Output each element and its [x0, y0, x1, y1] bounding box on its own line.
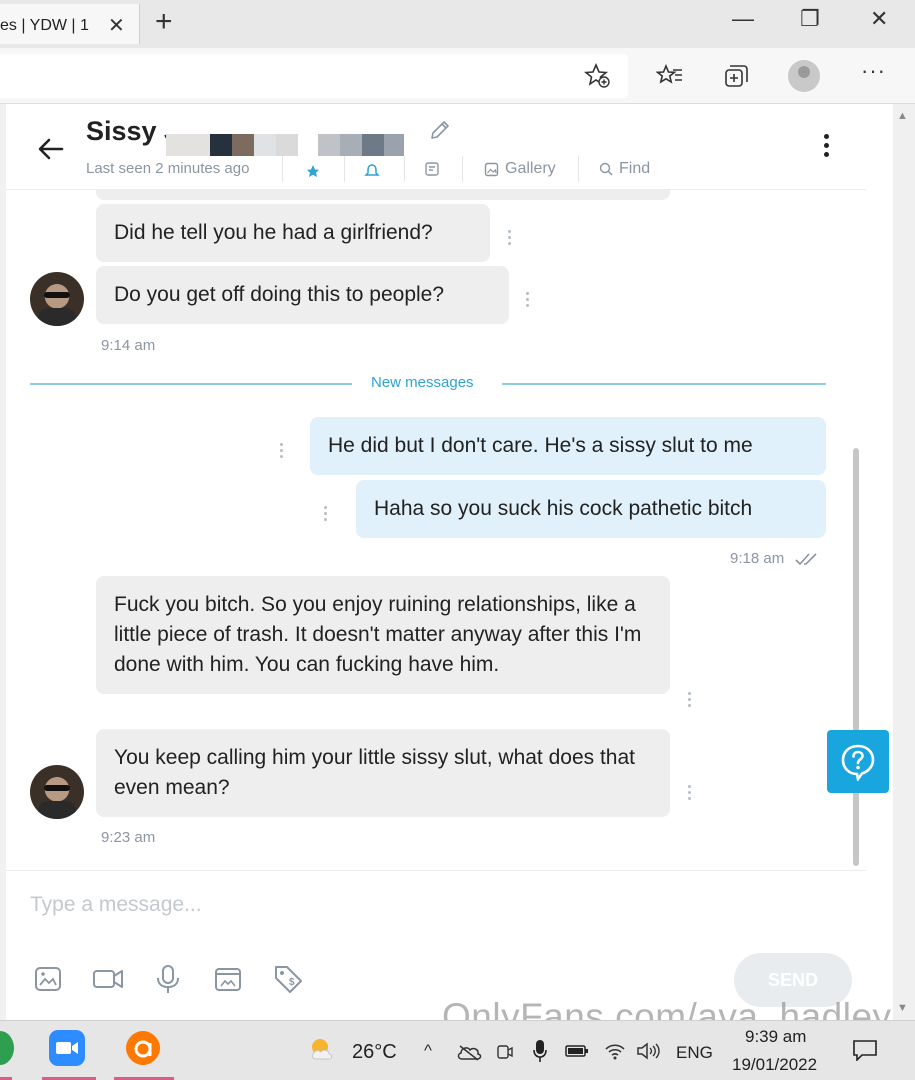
help-icon — [841, 744, 875, 781]
chat-scrollbar[interactable] — [853, 448, 859, 866]
close-tab-icon[interactable]: ✕ — [108, 13, 125, 38]
star-icon[interactable] — [306, 164, 320, 178]
browser-tab[interactable]: es | YDW | 1 ✕ — [0, 4, 140, 44]
notes-icon[interactable] — [424, 161, 440, 177]
vault-icon[interactable] — [212, 963, 244, 995]
incoming-message[interactable]: Did he tell you he had a girlfriend? — [96, 204, 490, 262]
favorites-icon[interactable] — [656, 62, 684, 90]
message-input[interactable] — [30, 889, 810, 921]
contact-avatar[interactable] — [30, 272, 84, 326]
temperature[interactable]: 26°C — [352, 1041, 397, 1064]
chat-options-icon[interactable] — [824, 134, 832, 161]
scroll-up-icon[interactable]: ▲ — [897, 110, 908, 122]
bell-icon[interactable] — [364, 164, 380, 178]
divider-line — [30, 383, 352, 385]
microphone-icon[interactable] — [152, 963, 184, 995]
browser-toolbar: ··· — [0, 48, 915, 104]
close-window-button[interactable]: ✕ — [870, 6, 888, 32]
message-text: Fuck you bitch. So you enjoy ruining rel… — [114, 593, 642, 676]
outgoing-message[interactable]: Haha so you suck his cock pathetic bitch — [356, 480, 826, 538]
message-options-icon[interactable] — [688, 785, 692, 803]
page-scrollbar[interactable] — [893, 104, 915, 1020]
microphone-in-use-icon[interactable] — [532, 1039, 548, 1063]
avast-app-icon[interactable] — [124, 1029, 162, 1067]
chevron-up-icon[interactable]: ^ — [424, 1041, 432, 1061]
screenshot: es | YDW | 1 ✕ + — ❐ ✕ ··· ▲ ▼ Sissy J L… — [0, 0, 915, 1080]
notifications-icon[interactable] — [852, 1039, 878, 1061]
battery-icon[interactable] — [564, 1043, 590, 1059]
chrome-app-icon[interactable] — [0, 1031, 14, 1065]
message-text: He did but I don't care. He's a sissy sl… — [328, 434, 753, 457]
find-label: Find — [619, 160, 651, 177]
read-receipt-icon — [795, 553, 817, 566]
language-indicator[interactable]: ENG — [676, 1043, 713, 1063]
image-upload-icon[interactable] — [32, 963, 64, 995]
new-messages-divider: New messages — [371, 374, 474, 391]
last-seen-status: Last seen 2 minutes ago — [86, 160, 250, 177]
header-divider — [404, 156, 405, 182]
header-divider — [462, 156, 463, 182]
gallery-label: Gallery — [505, 160, 556, 177]
taskbar: 26°C ^ ENG 9:39 am 19/01/2022 — [0, 1020, 915, 1080]
header-divider — [578, 156, 579, 182]
message-text: Did he tell you he had a girlfriend? — [114, 221, 433, 244]
clock-date[interactable]: 19/01/2022 — [732, 1055, 817, 1075]
collections-icon[interactable] — [722, 62, 750, 90]
onedrive-icon[interactable] — [456, 1043, 482, 1061]
incoming-message[interactable]: Fuck you bitch. So you enjoy ruining rel… — [96, 576, 670, 694]
volume-icon[interactable] — [636, 1041, 662, 1061]
minimize-button[interactable]: — — [732, 6, 754, 32]
wifi-icon[interactable] — [604, 1041, 626, 1061]
scroll-down-icon[interactable]: ▼ — [897, 1002, 908, 1014]
message-timestamp: 9:23 am — [101, 829, 156, 846]
incoming-message[interactable]: Do you get off doing this to people? — [96, 266, 509, 324]
header-divider — [344, 156, 345, 182]
back-arrow-icon[interactable] — [36, 134, 66, 164]
message-options-icon[interactable] — [526, 292, 530, 310]
tab-title: es | YDW | 1 — [0, 17, 89, 34]
message-timestamp: 9:14 am — [101, 337, 156, 354]
browser-menu-icon[interactable]: ··· — [861, 58, 886, 84]
clock-time[interactable]: 9:39 am — [745, 1027, 806, 1047]
message-bubble-partial — [96, 190, 670, 200]
message-options-icon[interactable] — [688, 692, 692, 710]
weather-icon[interactable] — [306, 1035, 340, 1063]
message-options-icon[interactable] — [324, 506, 328, 524]
video-icon[interactable] — [92, 963, 124, 995]
contact-avatar[interactable] — [30, 765, 84, 819]
add-favorite-icon[interactable] — [584, 62, 612, 90]
chat-header: Sissy J Last seen 2 minutes ago Gallery … — [6, 104, 866, 190]
address-bar[interactable] — [0, 54, 628, 98]
maximize-button[interactable]: ❐ — [800, 6, 820, 32]
profile-avatar[interactable] — [788, 60, 820, 92]
help-button[interactable] — [827, 730, 889, 793]
message-options-icon[interactable] — [508, 230, 512, 248]
gallery-button[interactable]: Gallery — [484, 160, 556, 178]
header-divider — [282, 156, 283, 182]
price-tag-icon[interactable]: $ — [272, 963, 304, 995]
meet-now-icon[interactable] — [496, 1043, 514, 1061]
message-text: Do you get off doing this to people? — [114, 283, 445, 306]
message-text: You keep calling him your little sissy s… — [114, 746, 635, 799]
message-text: Haha so you suck his cock pathetic bitch — [374, 497, 753, 520]
outgoing-message[interactable]: He did but I don't care. He's a sissy sl… — [310, 417, 826, 475]
message-timestamp: 9:18 am — [730, 550, 785, 567]
find-button[interactable]: Find — [599, 160, 650, 178]
image-icon — [484, 162, 499, 176]
edit-pencil-icon[interactable] — [428, 118, 452, 142]
svg-text:$: $ — [289, 977, 295, 988]
incoming-message[interactable]: You keep calling him your little sissy s… — [96, 729, 670, 817]
divider-line — [502, 383, 826, 385]
browser-tab-bar: es | YDW | 1 ✕ + — ❐ ✕ — [0, 0, 915, 48]
search-icon — [599, 162, 613, 176]
redacted-name — [166, 116, 414, 158]
zoom-app-icon[interactable] — [48, 1029, 86, 1067]
new-tab-button[interactable]: + — [155, 5, 173, 39]
message-options-icon[interactable] — [280, 443, 284, 461]
